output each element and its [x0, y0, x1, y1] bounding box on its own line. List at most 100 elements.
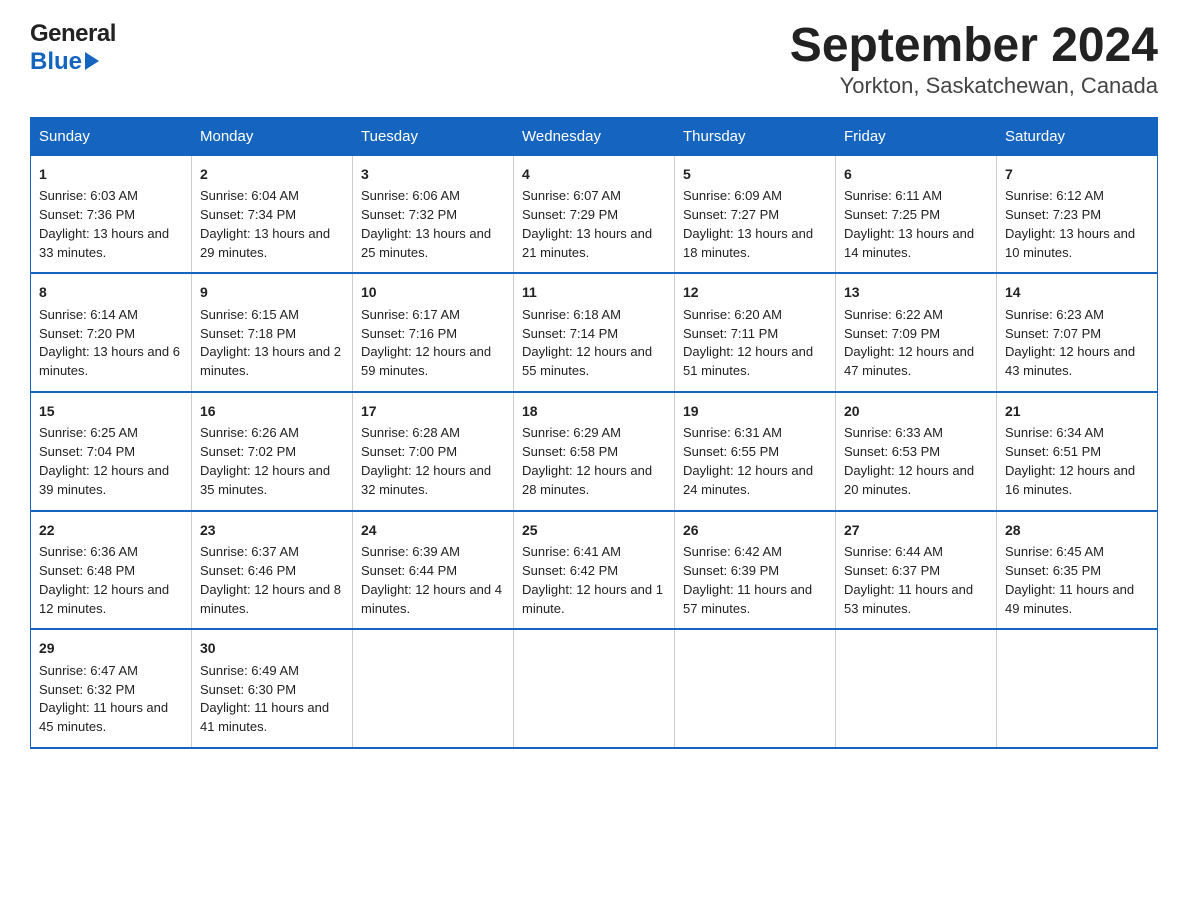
day-number: 24 — [361, 520, 505, 540]
day-number: 7 — [1005, 164, 1149, 184]
day-number: 18 — [522, 401, 666, 421]
calendar-cell: 22 Sunrise: 6:36 AMSunset: 6:48 PMDayligh… — [31, 511, 192, 630]
day-number: 29 — [39, 638, 183, 658]
day-info: Sunrise: 6:45 AMSunset: 6:35 PMDaylight:… — [1005, 543, 1149, 618]
calendar-cell: 18 Sunrise: 6:29 AMSunset: 6:58 PMDayligh… — [514, 392, 675, 511]
day-info: Sunrise: 6:20 AMSunset: 7:11 PMDaylight:… — [683, 306, 827, 381]
column-header-saturday: Saturday — [997, 117, 1158, 155]
day-info: Sunrise: 6:14 AMSunset: 7:20 PMDaylight:… — [39, 306, 183, 381]
calendar-cell: 30Sunrise: 6:49 AMSunset: 6:30 PMDayligh… — [192, 629, 353, 748]
calendar-cell: 24 Sunrise: 6:39 AMSunset: 6:44 PMDayligh… — [353, 511, 514, 630]
calendar-cell: 4 Sunrise: 6:07 AMSunset: 7:29 PMDaylight… — [514, 155, 675, 273]
column-header-tuesday: Tuesday — [353, 117, 514, 155]
day-number: 3 — [361, 164, 505, 184]
calendar-cell: 12 Sunrise: 6:20 AMSunset: 7:11 PMDayligh… — [675, 273, 836, 392]
day-info: Sunrise: 6:17 AMSunset: 7:16 PMDaylight:… — [361, 306, 505, 381]
calendar-cell: 5 Sunrise: 6:09 AMSunset: 7:27 PMDaylight… — [675, 155, 836, 273]
day-number: 15 — [39, 401, 183, 421]
calendar-cell: 27 Sunrise: 6:44 AMSunset: 6:37 PMDayligh… — [836, 511, 997, 630]
calendar-cell — [675, 629, 836, 748]
calendar-cell: 19 Sunrise: 6:31 AMSunset: 6:55 PMDayligh… — [675, 392, 836, 511]
day-info: Sunrise: 6:42 AMSunset: 6:39 PMDaylight:… — [683, 543, 827, 618]
day-number: 16 — [200, 401, 344, 421]
calendar-week-row: 15 Sunrise: 6:25 AMSunset: 7:04 PMDayligh… — [31, 392, 1158, 511]
logo-general-text: General — [30, 20, 116, 48]
day-number: 30 — [200, 638, 344, 658]
calendar-week-row: 22 Sunrise: 6:36 AMSunset: 6:48 PMDayligh… — [31, 511, 1158, 630]
day-number: 11 — [522, 282, 666, 302]
column-header-friday: Friday — [836, 117, 997, 155]
day-number: 19 — [683, 401, 827, 421]
calendar-subtitle: Yorkton, Saskatchewan, Canada — [790, 73, 1158, 99]
day-number: 6 — [844, 164, 988, 184]
day-number: 2 — [200, 164, 344, 184]
day-info: Sunrise: 6:37 AMSunset: 6:46 PMDaylight:… — [200, 543, 344, 618]
calendar-week-row: 8 Sunrise: 6:14 AMSunset: 7:20 PMDaylight… — [31, 273, 1158, 392]
day-number: 8 — [39, 282, 183, 302]
day-info: Sunrise: 6:31 AMSunset: 6:55 PMDaylight:… — [683, 424, 827, 499]
day-info: Sunrise: 6:25 AMSunset: 7:04 PMDaylight:… — [39, 424, 183, 499]
day-info: Sunrise: 6:07 AMSunset: 7:29 PMDaylight:… — [522, 187, 666, 262]
day-number: 25 — [522, 520, 666, 540]
calendar-cell: 11 Sunrise: 6:18 AMSunset: 7:14 PMDayligh… — [514, 273, 675, 392]
day-number: 17 — [361, 401, 505, 421]
day-number: 20 — [844, 401, 988, 421]
calendar-cell — [997, 629, 1158, 748]
day-number: 10 — [361, 282, 505, 302]
calendar-title: September 2024 — [790, 20, 1158, 73]
calendar-cell: 16 Sunrise: 6:26 AMSunset: 7:02 PMDayligh… — [192, 392, 353, 511]
calendar-cell: 2 Sunrise: 6:04 AMSunset: 7:34 PMDaylight… — [192, 155, 353, 273]
calendar-cell: 10 Sunrise: 6:17 AMSunset: 7:16 PMDayligh… — [353, 273, 514, 392]
calendar-cell: 9Sunrise: 6:15 AMSunset: 7:18 PMDaylight… — [192, 273, 353, 392]
day-info: Sunrise: 6:26 AMSunset: 7:02 PMDaylight:… — [200, 424, 344, 499]
calendar-cell: 26 Sunrise: 6:42 AMSunset: 6:39 PMDayligh… — [675, 511, 836, 630]
day-number: 27 — [844, 520, 988, 540]
day-number: 13 — [844, 282, 988, 302]
day-info: Sunrise: 6:29 AMSunset: 6:58 PMDaylight:… — [522, 424, 666, 499]
day-number: 28 — [1005, 520, 1149, 540]
calendar-cell: 21 Sunrise: 6:34 AMSunset: 6:51 PMDayligh… — [997, 392, 1158, 511]
column-header-monday: Monday — [192, 117, 353, 155]
calendar-week-row: 1Sunrise: 6:03 AMSunset: 7:36 PMDaylight… — [31, 155, 1158, 273]
column-header-thursday: Thursday — [675, 117, 836, 155]
day-info: Sunrise: 6:41 AMSunset: 6:42 PMDaylight:… — [522, 543, 666, 618]
day-info: Sunrise: 6:12 AMSunset: 7:23 PMDaylight:… — [1005, 187, 1149, 262]
day-number: 4 — [522, 164, 666, 184]
calendar-cell: 25 Sunrise: 6:41 AMSunset: 6:42 PMDayligh… — [514, 511, 675, 630]
day-info: Sunrise: 6:15 AMSunset: 7:18 PMDaylight:… — [200, 306, 344, 381]
day-info: Sunrise: 6:36 AMSunset: 6:48 PMDaylight:… — [39, 543, 183, 618]
calendar-cell: 23 Sunrise: 6:37 AMSunset: 6:46 PMDayligh… — [192, 511, 353, 630]
day-info: Sunrise: 6:34 AMSunset: 6:51 PMDaylight:… — [1005, 424, 1149, 499]
calendar-cell: 29Sunrise: 6:47 AMSunset: 6:32 PMDayligh… — [31, 629, 192, 748]
calendar-cell — [353, 629, 514, 748]
calendar-cell: 13Sunrise: 6:22 AMSunset: 7:09 PMDayligh… — [836, 273, 997, 392]
day-info: Sunrise: 6:18 AMSunset: 7:14 PMDaylight:… — [522, 306, 666, 381]
title-block: September 2024 Yorkton, Saskatchewan, Ca… — [790, 20, 1158, 99]
day-number: 5 — [683, 164, 827, 184]
calendar-cell: 7 Sunrise: 6:12 AMSunset: 7:23 PMDaylight… — [997, 155, 1158, 273]
day-number: 14 — [1005, 282, 1149, 302]
logo: General Blue — [30, 20, 116, 76]
calendar-header-row: SundayMondayTuesdayWednesdayThursdayFrid… — [31, 117, 1158, 155]
day-info: Sunrise: 6:06 AMSunset: 7:32 PMDaylight:… — [361, 187, 505, 262]
calendar-cell: 20Sunrise: 6:33 AMSunset: 6:53 PMDayligh… — [836, 392, 997, 511]
calendar-table: SundayMondayTuesdayWednesdayThursdayFrid… — [30, 117, 1158, 749]
day-info: Sunrise: 6:09 AMSunset: 7:27 PMDaylight:… — [683, 187, 827, 262]
day-number: 22 — [39, 520, 183, 540]
day-number: 23 — [200, 520, 344, 540]
column-header-wednesday: Wednesday — [514, 117, 675, 155]
day-number: 26 — [683, 520, 827, 540]
day-info: Sunrise: 6:23 AMSunset: 7:07 PMDaylight:… — [1005, 306, 1149, 381]
calendar-cell: 3 Sunrise: 6:06 AMSunset: 7:32 PMDaylight… — [353, 155, 514, 273]
logo-triangle-icon — [85, 52, 99, 70]
calendar-cell — [836, 629, 997, 748]
page-header: General Blue September 2024 Yorkton, Sas… — [30, 20, 1158, 99]
calendar-cell: 15 Sunrise: 6:25 AMSunset: 7:04 PMDayligh… — [31, 392, 192, 511]
day-number: 12 — [683, 282, 827, 302]
day-number: 21 — [1005, 401, 1149, 421]
day-info: Sunrise: 6:44 AMSunset: 6:37 PMDaylight:… — [844, 543, 988, 618]
day-info: Sunrise: 6:28 AMSunset: 7:00 PMDaylight:… — [361, 424, 505, 499]
day-info: Sunrise: 6:39 AMSunset: 6:44 PMDaylight:… — [361, 543, 505, 618]
day-info: Sunrise: 6:04 AMSunset: 7:34 PMDaylight:… — [200, 187, 344, 262]
day-info: Sunrise: 6:03 AMSunset: 7:36 PMDaylight:… — [39, 187, 183, 262]
